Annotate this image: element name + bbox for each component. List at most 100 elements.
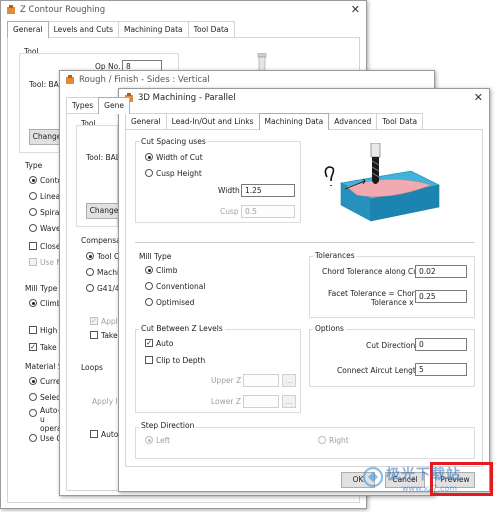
tab-general[interactable]: General [7, 21, 49, 38]
clip-to-depth-label: Clip to Depth [156, 356, 206, 365]
width-of-cut-radio[interactable] [145, 153, 153, 161]
tab-levels-and-cuts[interactable]: Levels and Cuts [47, 21, 119, 37]
width-field[interactable]: 1.25 [241, 184, 295, 197]
optimised-label: Optimised [156, 298, 195, 307]
3d-machining-parallel-dialog: 3D Machining - Parallel ✕ General Lead-I… [118, 88, 490, 492]
watermark-url: www.xz7.com [402, 484, 458, 493]
take-a-checkbox[interactable]: ✓ [29, 343, 37, 351]
step-right-label: Right [329, 436, 349, 445]
cusp-label: Cusp [220, 207, 239, 216]
lower-z-label: Lower Z [211, 397, 241, 406]
material-use-g-radio[interactable] [29, 434, 37, 442]
high-s-checkbox[interactable] [29, 326, 37, 334]
separator [135, 242, 475, 243]
material-current-radio[interactable] [29, 377, 37, 385]
app-icon [66, 75, 74, 84]
step-right-radio[interactable] [318, 436, 326, 444]
dialog1-title: Z Contour Roughing [20, 5, 106, 15]
chord-tolerance-field[interactable]: 0.02 [415, 265, 467, 278]
tolerances-label: Tolerances [313, 251, 357, 260]
comp-g41-42-radio[interactable] [86, 284, 94, 292]
watermark-logo-icon [362, 466, 384, 488]
auto-checkbox[interactable]: ✓ [145, 339, 153, 347]
lower-z-field[interactable] [243, 395, 279, 408]
facet-tolerance-label-2: Tolerance x [371, 298, 414, 307]
comp-machine-radio[interactable] [86, 268, 94, 276]
aircut-length-field[interactable]: 5 [415, 363, 467, 376]
cut-spacing-label: Cut Spacing uses [139, 137, 208, 146]
upper-z-label: Upper Z [211, 376, 242, 385]
material-auto-radio[interactable] [29, 409, 37, 417]
apply-checkbox[interactable]: ✓ [90, 317, 98, 325]
step-left-radio[interactable] [145, 436, 153, 444]
auto-label: Auto [101, 430, 119, 439]
dialog1-tabs: General Levels and Cuts Machining Data T… [7, 21, 235, 38]
chord-tolerance-label: Chord Tolerance along Cut [322, 267, 421, 276]
dialog3-tabs: General Lead-In/Out and Links Machining … [125, 113, 424, 130]
change-tool-button[interactable]: Change [86, 203, 122, 219]
step-direction-label: Step Direction [139, 421, 197, 430]
mill-type-label: Mill Type [139, 252, 172, 261]
dialog2-tabs: Types Gene [66, 97, 130, 114]
conventional-label: Conventional [156, 282, 206, 291]
tab-types[interactable]: Types [66, 97, 100, 113]
type-label: Type [25, 161, 43, 170]
close-icon[interactable]: ✕ [351, 3, 360, 16]
cut-between-z-label: Cut Between Z Levels [139, 324, 225, 333]
comp-tool-center-radio[interactable] [86, 252, 94, 260]
tab-general[interactable]: General [125, 113, 167, 129]
take-checkbox[interactable] [90, 331, 98, 339]
aircut-length-label: Connect Aircut Length [337, 366, 421, 375]
material-select-radio[interactable] [29, 393, 37, 401]
width-of-cut-label: Width of Cut [156, 153, 203, 162]
tab-tool-data[interactable]: Tool Data [187, 21, 235, 37]
dialog1-titlebar[interactable]: Z Contour Roughing ✕ [1, 1, 366, 19]
close-checkbox[interactable] [29, 242, 37, 250]
clip-to-depth-checkbox[interactable] [145, 356, 153, 364]
climb-radio[interactable] [29, 299, 37, 307]
facet-tolerance-field[interactable]: 0.25 [415, 290, 467, 303]
use-m-checkbox[interactable] [29, 258, 37, 266]
dialog3-titlebar[interactable]: 3D Machining - Parallel ✕ [119, 89, 489, 107]
mill-type-label: Mill Type [25, 284, 58, 293]
dialog3-title: 3D Machining - Parallel [138, 93, 236, 103]
watermark-text: 极光下载站 [386, 467, 461, 483]
upper-z-browse-button[interactable]: ... [282, 374, 296, 387]
tab-machining-data[interactable]: Machining Data [117, 21, 189, 37]
tab-general[interactable]: Gene [98, 97, 130, 114]
type-linear-radio[interactable] [29, 192, 37, 200]
cusp-height-label: Cusp Height [156, 169, 202, 178]
tool-name-label: Tool: BAL [86, 153, 120, 162]
take-label: Take [101, 331, 118, 340]
cusp-field[interactable]: 0.5 [241, 205, 295, 218]
tab-lead-in-out-links[interactable]: Lead-In/Out and Links [165, 113, 260, 129]
lower-z-browse-button[interactable]: ... [282, 395, 296, 408]
tab-advanced[interactable]: Advanced [328, 113, 378, 129]
step-direction-group [135, 427, 475, 459]
cut-direction-field[interactable]: 0 [415, 338, 467, 351]
cusp-height-radio[interactable] [145, 169, 153, 177]
tab-machining-data[interactable]: Machining Data [258, 113, 330, 130]
auto-label: Auto [156, 339, 174, 348]
upper-z-field[interactable] [243, 374, 279, 387]
optimised-radio[interactable] [145, 298, 153, 306]
app-icon [7, 5, 15, 14]
width-label: Width [218, 186, 240, 195]
type-contour-radio[interactable] [29, 176, 37, 184]
conventional-radio[interactable] [145, 282, 153, 290]
type-waveform-radio[interactable] [29, 224, 37, 232]
auto-checkbox[interactable] [90, 430, 98, 438]
material-auto-label: Auto-u operat [40, 406, 65, 433]
climb-radio[interactable] [145, 266, 153, 274]
climb-label: Climb [156, 266, 178, 275]
tool-name-label: Tool: BAL [29, 80, 63, 89]
dialog2-title: Rough / Finish - Sides : Vertical [79, 75, 210, 85]
step-left-label: Left [156, 436, 171, 445]
facet-tolerance-label-1: Facet Tolerance = Chord [328, 289, 420, 298]
parallel-machining-illustration [324, 143, 440, 222]
loops-label: Loops [81, 363, 103, 372]
type-spiral-radio[interactable] [29, 208, 37, 216]
dialog2-titlebar[interactable]: Rough / Finish - Sides : Vertical [60, 71, 434, 89]
close-icon[interactable]: ✕ [474, 91, 483, 104]
tab-tool-data[interactable]: Tool Data [376, 113, 424, 129]
